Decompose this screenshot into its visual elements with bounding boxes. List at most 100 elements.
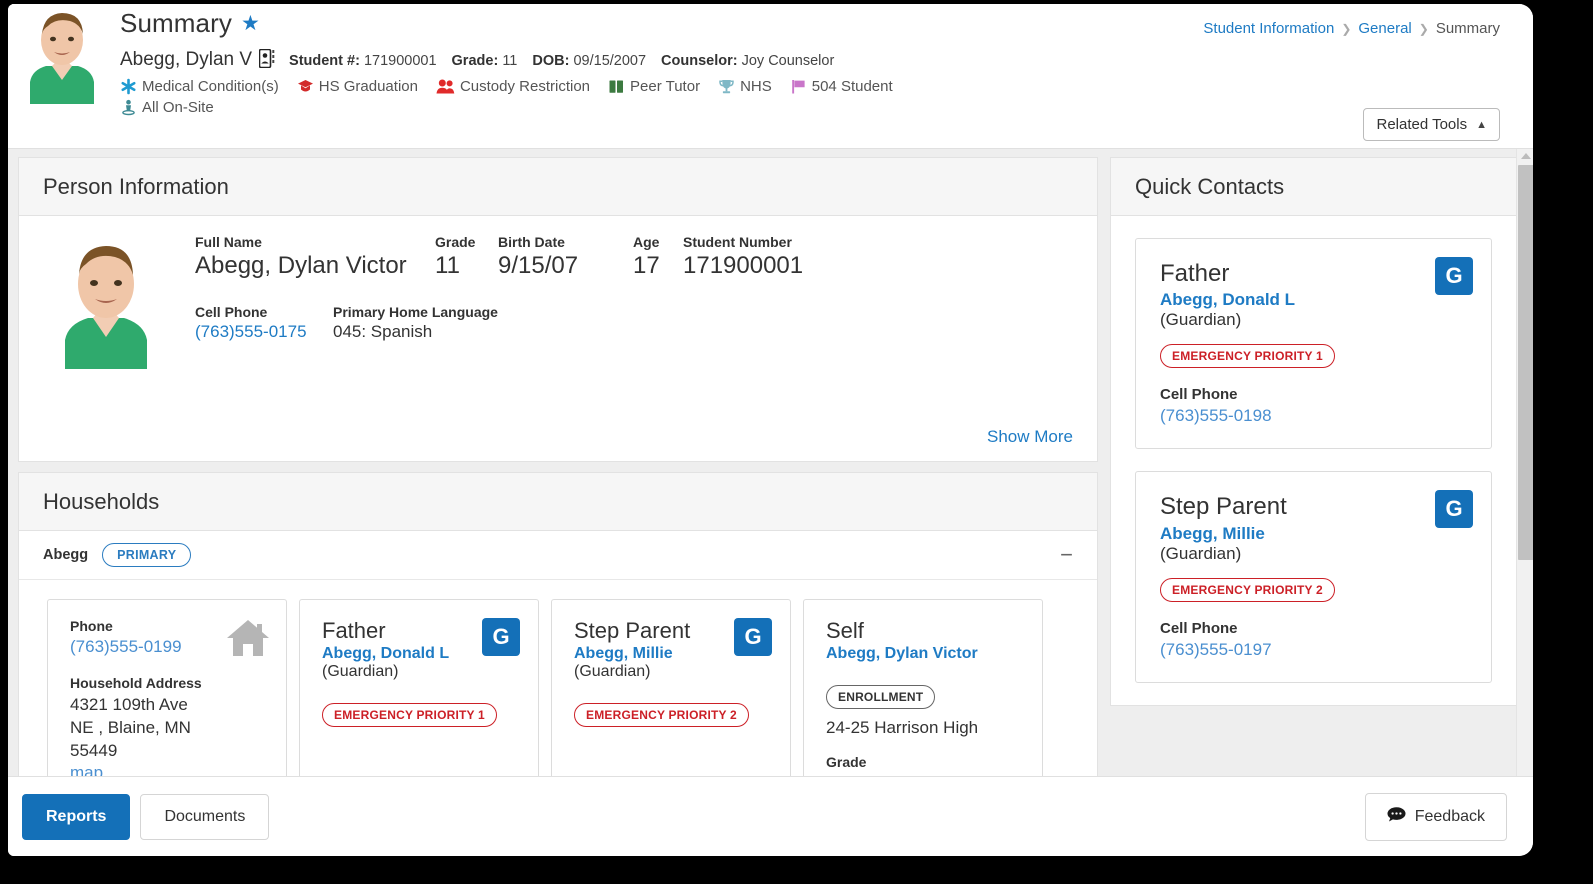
contact-person-link[interactable]: Abegg, Millie	[1160, 524, 1467, 544]
emergency-priority-badge: EMERGENCY PRIORITY 2	[574, 703, 749, 728]
student-flags: Medical Condition(s) HS Graduation Custo…	[120, 78, 893, 116]
contact-phone-link[interactable]: (763)555-0197	[1160, 640, 1467, 660]
breadcrumb-item-student-information[interactable]: Student Information	[1203, 20, 1334, 37]
contact-role: Father	[1160, 260, 1230, 287]
flag-medical-condition[interactable]: Medical Condition(s)	[120, 78, 279, 95]
footer-toolbar: Reports Documents Feedback	[8, 776, 1533, 856]
member-role: Self	[826, 618, 864, 643]
quick-contacts-title: Quick Contacts	[1111, 158, 1516, 216]
person-field-row-primary: Full Name Abegg, Dylan Victor Grade 11 B…	[195, 234, 803, 280]
person-information-panel: Person Information Full Name Abegg, Dyla…	[18, 157, 1098, 462]
flag-custody-restriction[interactable]: Custody Restriction	[436, 78, 590, 95]
scroll-up-arrow-icon[interactable]	[1517, 149, 1533, 163]
related-tools-label: Related Tools	[1376, 116, 1468, 133]
enrollment-grade-label: Grade	[826, 754, 867, 771]
member-relationship: (Guardian)	[322, 663, 399, 681]
emergency-priority-badge: EMERGENCY PRIORITY 1	[1160, 344, 1335, 369]
demo-counselor: Counselor: Joy Counselor	[661, 53, 835, 69]
chevron-right-icon: ❯	[1341, 21, 1352, 36]
quick-contact-card-step-parent: G Step Parent Abegg, Millie (Guardian) E…	[1135, 471, 1492, 683]
field-student-number: Student Number 171900001	[683, 234, 804, 279]
enrollment-value: 24-25 Harrison High	[826, 718, 979, 738]
right-column: Quick Contacts G Father Abegg, Donald L …	[1098, 157, 1533, 776]
household-address-value: 4321 109th Ave NE , Blaine, MN 55449	[70, 695, 191, 760]
comment-icon	[1387, 806, 1406, 827]
house-icon	[226, 618, 270, 663]
field-primary-home-language: Primary Home Language 045: Spanish	[333, 304, 498, 341]
households-panel: Households Abegg PRIMARY − Phone (763)55…	[18, 472, 1098, 815]
quick-contacts-panel: Quick Contacts G Father Abegg, Donald L …	[1110, 157, 1517, 706]
flag-nhs[interactable]: NHS	[718, 78, 772, 95]
guardian-badge: G	[734, 618, 772, 656]
header-student-photo	[12, 4, 112, 104]
asterisk-icon	[120, 78, 137, 95]
demo-dob: DOB: 09/15/2007	[532, 53, 647, 69]
id-card-icon[interactable]	[258, 48, 275, 73]
left-column: Person Information Full Name Abegg, Dyla…	[8, 157, 1098, 815]
flag-all-on-site[interactable]: All On-Site	[120, 99, 214, 116]
breadcrumb-item-summary: Summary	[1435, 20, 1500, 37]
flag-hs-graduation[interactable]: HS Graduation	[297, 78, 418, 95]
household-name: Abegg	[43, 547, 89, 563]
flag-icon	[790, 78, 807, 95]
person-pin-icon	[120, 99, 137, 116]
content-area: Person Information Full Name Abegg, Dyla…	[8, 149, 1533, 815]
page-title: Summary	[120, 8, 232, 38]
minus-icon[interactable]: −	[1060, 544, 1073, 566]
documents-button[interactable]: Documents	[140, 793, 270, 840]
book-icon	[608, 78, 625, 95]
field-grade: Grade 11	[435, 234, 476, 279]
flag-peer-tutor[interactable]: Peer Tutor	[608, 78, 700, 95]
emergency-priority-badge: EMERGENCY PRIORITY 1	[322, 703, 497, 728]
chevron-right-icon: ❯	[1418, 21, 1429, 36]
field-birth-date: Birth Date 9/15/07	[498, 234, 579, 279]
show-more-link[interactable]: Show More	[987, 427, 1073, 447]
student-flags-row-2: All On-Site	[120, 99, 893, 116]
flag-504-student[interactable]: 504 Student	[790, 78, 893, 95]
household-subheader: Abegg PRIMARY −	[19, 531, 1097, 580]
person-field-row-secondary: Cell Phone (763)555-0175 Primary Home La…	[195, 304, 803, 342]
member-person-link[interactable]: Abegg, Dylan Victor	[826, 645, 1024, 663]
field-full-name: Full Name Abegg, Dylan Victor	[195, 234, 407, 279]
people-icon	[436, 78, 455, 95]
contact-person-link[interactable]: Abegg, Donald L	[1160, 290, 1467, 310]
households-title: Households	[19, 473, 1097, 531]
demo-grade: Grade: 11	[451, 53, 518, 69]
feedback-button[interactable]: Feedback	[1364, 792, 1507, 841]
student-flags-row-1: Medical Condition(s) HS Graduation Custo…	[120, 78, 893, 95]
household-address-label: Household Address	[70, 675, 202, 691]
enrollment-badge: ENROLLMENT	[826, 685, 936, 710]
reports-button[interactable]: Reports	[22, 793, 131, 840]
guardian-badge: G	[1435, 257, 1473, 295]
person-photo	[43, 234, 169, 369]
related-tools-button[interactable]: Related Tools ▲	[1363, 108, 1500, 141]
star-icon[interactable]: ★	[241, 13, 260, 34]
breadcrumb-item-general[interactable]: General	[1358, 20, 1411, 37]
feedback-label: Feedback	[1414, 807, 1485, 825]
contact-phone-label: Cell Phone	[1160, 619, 1238, 637]
primary-badge: PRIMARY	[102, 543, 192, 567]
vertical-scrollbar[interactable]	[1516, 149, 1533, 776]
page-header: Summary ★ Abegg, Dylan V Student #: 1719…	[8, 4, 1533, 149]
breadcrumb: Student Information ❯ General ❯ Summary	[1203, 20, 1500, 37]
chevron-up-icon: ▲	[1476, 118, 1487, 131]
demo-student-number: Student #: 171900001	[289, 53, 437, 69]
student-name: Abegg, Dylan V	[120, 49, 253, 70]
contact-phone-link[interactable]: (763)555-0198	[1160, 406, 1467, 426]
cell-phone-link[interactable]: (763)555-0175	[195, 322, 333, 342]
guardian-badge: G	[482, 618, 520, 656]
person-information-title: Person Information	[19, 158, 1097, 216]
graduation-cap-icon	[297, 78, 314, 95]
guardian-badge: G	[1435, 490, 1473, 529]
contact-role: Step Parent	[1160, 493, 1287, 521]
contact-relationship: (Guardian)	[1160, 310, 1242, 330]
trophy-icon	[718, 78, 735, 95]
member-relationship: (Guardian)	[574, 663, 651, 681]
field-cell-phone: Cell Phone (763)555-0175	[195, 304, 333, 342]
field-age: Age 17	[633, 234, 660, 279]
contact-relationship: (Guardian)	[1160, 543, 1242, 563]
scrollbar-thumb[interactable]	[1518, 165, 1533, 560]
demographics-list: Student #: 171900001 Grade: 11 DOB: 09/1…	[289, 53, 834, 69]
contact-phone-label: Cell Phone	[1160, 386, 1238, 404]
quick-contact-card-father: G Father Abegg, Donald L (Guardian) EMER…	[1135, 238, 1492, 450]
